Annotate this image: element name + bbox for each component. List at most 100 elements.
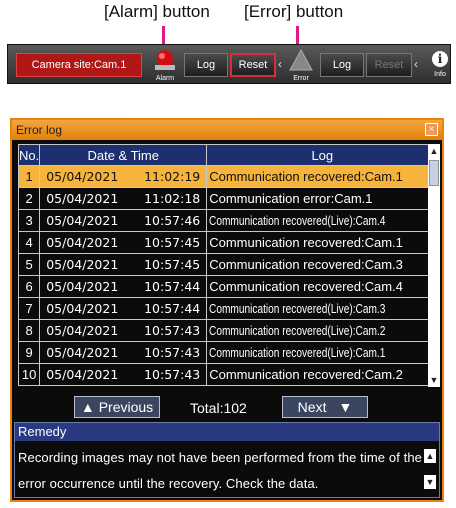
- table-row[interactable]: 8 05/04/2021 10:57:43 Communication recover…: [17, 319, 439, 342]
- remedy-panel: Remedy Recording images may not have bee…: [14, 422, 440, 498]
- remedy-text: Recording images may not have been perfo…: [18, 450, 422, 491]
- previous-arrow-icon: ▲: [80, 399, 95, 415]
- error-reset-button[interactable]: Reset: [366, 53, 412, 77]
- row-log-message: Communication recovered:Cam.1: [206, 165, 439, 188]
- row-date: 05/04/2021: [46, 367, 119, 382]
- row-datetime: 05/04/2021 10:57:44: [39, 275, 208, 298]
- alarm-caption: Alarm: [155, 75, 175, 82]
- table-row[interactable]: 4 05/04/2021 10:57:45 Communication recover…: [17, 231, 439, 254]
- row-number: 1: [17, 165, 41, 188]
- row-date: 05/04/2021: [46, 323, 119, 338]
- separator-chevron-2: ‹: [414, 57, 418, 71]
- alarm-callout-line: [162, 26, 165, 44]
- next-button[interactable]: Next ▼: [282, 396, 368, 418]
- scroll-down-icon[interactable]: ▼: [428, 373, 440, 387]
- table-row[interactable]: 7 05/04/2021 10:57:44 Communication recover…: [17, 297, 439, 320]
- row-time: 10:57:43: [144, 345, 201, 360]
- previous-button[interactable]: ▲ Previous: [74, 396, 160, 418]
- row-time: 10:57:45: [144, 257, 201, 272]
- total-count: Total:102: [190, 400, 247, 416]
- row-datetime: 05/04/2021 10:57:43: [39, 341, 208, 364]
- error-log-button[interactable]: Log: [320, 53, 364, 77]
- error-button[interactable]: Error: [286, 47, 316, 83]
- error-log-title: Error log: [16, 123, 63, 137]
- row-time: 10:57:46: [144, 213, 201, 228]
- camera-site-button[interactable]: Camera site:Cam.1: [16, 53, 142, 77]
- log-message-text: Communication recovered(Live):Cam.3: [209, 301, 386, 316]
- log-message-text: Communication recovered:Cam.1: [209, 235, 403, 250]
- close-icon[interactable]: ×: [425, 123, 438, 136]
- row-number: 2: [17, 187, 41, 210]
- alarm-light-icon: [155, 50, 175, 70]
- column-header-log: Log: [206, 144, 439, 166]
- log-message-text: Communication recovered(Live):Cam.1: [209, 345, 386, 360]
- alarm-log-button[interactable]: Log: [184, 53, 228, 77]
- row-log-message: Communication recovered:Cam.2: [206, 363, 439, 386]
- row-datetime: 05/04/2021 10:57:44: [39, 297, 208, 320]
- log-message-text: Communication error:Cam.1: [209, 191, 373, 206]
- alarm-reset-button[interactable]: Reset: [230, 53, 276, 77]
- row-datetime: 05/04/2021 10:57:45: [39, 231, 208, 254]
- table-row[interactable]: 10 05/04/2021 10:57:43 Communication recove…: [17, 363, 439, 386]
- row-log-message: Communication recovered(Live):Cam.1: [206, 341, 439, 364]
- row-number: 7: [17, 297, 41, 320]
- row-datetime: 05/04/2021 10:57:43: [39, 319, 208, 342]
- row-date: 05/04/2021: [46, 169, 119, 184]
- row-date: 05/04/2021: [46, 235, 119, 250]
- table-row[interactable]: 3 05/04/2021 10:57:46 Communication recover…: [17, 209, 439, 232]
- remedy-scrollbar[interactable]: ▲ ▼: [423, 443, 437, 495]
- scroll-thumb[interactable]: [429, 160, 439, 186]
- row-datetime: 05/04/2021 11:02:19: [39, 165, 208, 188]
- next-arrow-icon: ▼: [338, 399, 353, 415]
- remedy-scroll-down-icon[interactable]: ▼: [424, 475, 436, 489]
- row-datetime: 05/04/2021 10:57:43: [39, 363, 208, 386]
- row-time: 10:57:43: [144, 367, 201, 382]
- log-message-text: Communication recovered:Cam.3: [209, 257, 403, 272]
- row-number: 6: [17, 275, 41, 298]
- log-message-text: Communication recovered:Cam.1: [209, 169, 403, 184]
- row-date: 05/04/2021: [46, 191, 119, 206]
- row-time: 10:57:44: [144, 279, 201, 294]
- table-row[interactable]: 1 05/04/2021 11:02:19 Communication recover…: [17, 165, 439, 188]
- row-number: 5: [17, 253, 41, 276]
- status-bar: Camera site:Cam.1 Alarm Log Reset ‹ Erro…: [7, 44, 451, 84]
- row-log-message: Communication recovered:Cam.4: [206, 275, 439, 298]
- row-number: 3: [17, 209, 41, 232]
- alarm-button-callout: [Alarm] button: [104, 2, 210, 21]
- row-number: 10: [17, 363, 41, 386]
- column-header-datetime: Date & Time: [39, 144, 208, 166]
- row-log-message: Communication recovered:Cam.1: [206, 231, 439, 254]
- row-log-message: Communication error:Cam.1: [206, 187, 439, 210]
- info-icon: i: [432, 51, 448, 67]
- log-message-text: Communication recovered(Live):Cam.4: [209, 213, 386, 228]
- table-row[interactable]: 9 05/04/2021 10:57:43 Communication recover…: [17, 341, 439, 364]
- row-datetime: 05/04/2021 11:02:18: [39, 187, 208, 210]
- row-date: 05/04/2021: [46, 345, 119, 360]
- alarm-button[interactable]: Alarm: [150, 47, 180, 83]
- error-callout-line: [296, 26, 299, 44]
- table-row[interactable]: 5 05/04/2021 10:57:45 Communication recover…: [17, 253, 439, 276]
- previous-label: Previous: [98, 399, 154, 415]
- row-date: 05/04/2021: [46, 279, 119, 294]
- row-date: 05/04/2021: [46, 213, 119, 228]
- error-log-title-bar: Error log ×: [12, 120, 442, 140]
- row-datetime: 05/04/2021 10:57:46: [39, 209, 208, 232]
- error-caption: Error: [293, 75, 309, 82]
- row-log-message: Communication recovered(Live):Cam.2: [206, 319, 439, 342]
- row-log-message: Communication recovered(Live):Cam.3: [206, 297, 439, 320]
- row-log-message: Communication recovered(Live):Cam.4: [206, 209, 439, 232]
- row-log-message: Communication recovered:Cam.3: [206, 253, 439, 276]
- pagination-row: ▲ Previous Total:102 Next ▼: [12, 394, 442, 418]
- remedy-scroll-up-icon[interactable]: ▲: [424, 449, 436, 463]
- info-button[interactable]: i Info: [430, 47, 450, 83]
- log-message-text: Communication recovered:Cam.2: [209, 367, 403, 382]
- row-date: 05/04/2021: [46, 301, 119, 316]
- separator-chevron: ‹: [278, 57, 282, 71]
- scroll-up-icon[interactable]: ▲: [428, 144, 440, 158]
- table-row[interactable]: 6 05/04/2021 10:57:44 Communication recover…: [17, 275, 439, 298]
- row-date: 05/04/2021: [46, 257, 119, 272]
- error-log-window: Error log × No. Date & Time Log 1 05/04/2…: [10, 118, 444, 502]
- column-header-no: No.: [17, 144, 41, 166]
- table-row[interactable]: 2 05/04/2021 11:02:18 Communication error:C…: [17, 187, 439, 210]
- log-scrollbar[interactable]: ▲ ▼: [428, 144, 440, 387]
